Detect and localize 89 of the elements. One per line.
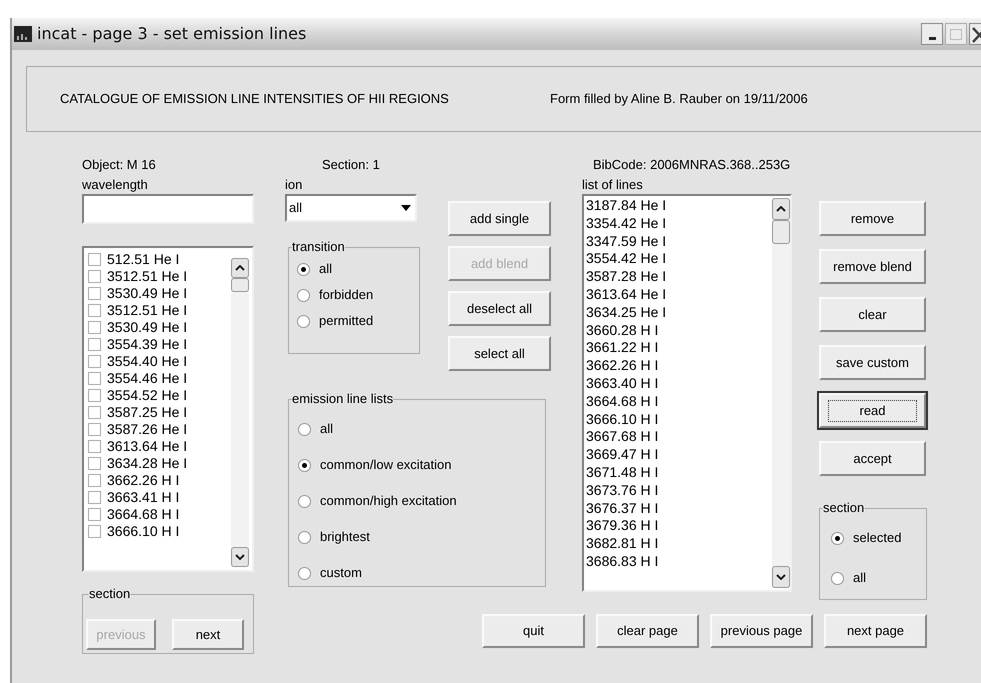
field-label: wavelength bbox=[82, 177, 149, 194]
checklist-item[interactable]: 3512.51 He I bbox=[88, 302, 231, 319]
checklist-item[interactable]: 3530.49 He I bbox=[88, 319, 231, 336]
radio-option[interactable]: common/high excitation bbox=[298, 488, 545, 514]
list-item[interactable]: 3661.22 H I bbox=[586, 339, 772, 358]
button[interactable]: add single bbox=[448, 201, 551, 236]
button[interactable]: next bbox=[172, 619, 244, 650]
list-item[interactable]: 3354.42 He I bbox=[586, 214, 772, 233]
form-info: Form filled by Aline B. Rauber on 19/11/2006 bbox=[550, 90, 808, 108]
radio-option[interactable]: all bbox=[297, 261, 419, 277]
list-item[interactable]: 3587.28 He I bbox=[586, 268, 772, 286]
scroll-down-button[interactable] bbox=[231, 547, 249, 567]
list-label: list of lines bbox=[582, 177, 644, 194]
radio-option[interactable]: all bbox=[298, 416, 545, 442]
radio-option[interactable]: all bbox=[831, 565, 926, 591]
chevron-up-icon bbox=[235, 265, 245, 271]
list-item[interactable]: 3347.59 He I bbox=[586, 232, 772, 250]
section-label: Section: 1 bbox=[321, 156, 381, 174]
radio-option[interactable]: custom bbox=[298, 560, 545, 586]
catalogue-title: CATALOGUE OF EMISSION LINE INTENSITIES OF HII REGIONS bbox=[60, 90, 450, 108]
button[interactable]: quit bbox=[482, 614, 585, 648]
list-item[interactable]: 3663.40 H I bbox=[586, 374, 772, 393]
list-item[interactable]: 3676.37 H I bbox=[586, 500, 772, 518]
checklist-item[interactable]: 3554.52 He I bbox=[88, 387, 231, 404]
button[interactable]: select all bbox=[448, 336, 551, 371]
checklist-item[interactable]: 3613.64 He I bbox=[88, 438, 231, 455]
list-item[interactable]: 3669.47 H I bbox=[586, 446, 772, 464]
list-item[interactable]: 3671.48 H I bbox=[586, 464, 772, 482]
list-item[interactable]: 3686.83 H I bbox=[586, 552, 772, 571]
checklist-item[interactable]: 3663.41 H I bbox=[88, 489, 231, 506]
checklist-item[interactable]: 3554.39 He I bbox=[88, 336, 231, 353]
scroll-up-button[interactable] bbox=[231, 258, 249, 278]
button[interactable]: previous page bbox=[710, 614, 813, 648]
scrollbar[interactable] bbox=[772, 198, 790, 588]
button[interactable]: next page bbox=[824, 614, 927, 648]
close-button[interactable] bbox=[969, 23, 981, 45]
scrollbar[interactable] bbox=[231, 258, 249, 567]
scroll-up-button[interactable] bbox=[772, 198, 790, 220]
button[interactable]: clear bbox=[819, 297, 926, 332]
list-item[interactable]: 3673.76 H I bbox=[586, 482, 772, 500]
chevron-up-icon bbox=[776, 206, 786, 212]
scroll-thumb[interactable] bbox=[231, 278, 249, 292]
list-item[interactable]: 3664.68 H I bbox=[586, 392, 772, 411]
checklist-item[interactable]: 3512.51 He I bbox=[88, 268, 231, 285]
window-title: incat - page 3 - set emission lines bbox=[37, 23, 306, 45]
checklist-item[interactable]: 512.51 He I bbox=[88, 251, 231, 268]
list-item[interactable]: 3634.25 He I bbox=[586, 304, 772, 322]
button[interactable]: read bbox=[819, 393, 926, 428]
button[interactable]: remove bbox=[819, 201, 926, 236]
checklist-item[interactable]: 3666.10 H I bbox=[88, 523, 231, 540]
checklist-item[interactable]: 3530.49 He I bbox=[88, 285, 231, 302]
scroll-down-button[interactable] bbox=[772, 566, 790, 588]
checklist-item[interactable]: 3662.26 H I bbox=[88, 472, 231, 489]
list-item[interactable]: 3187.84 He I bbox=[586, 197, 772, 215]
checklist-item[interactable]: 3664.68 H I bbox=[88, 506, 231, 523]
radio-option[interactable]: permitted bbox=[297, 313, 419, 329]
radio-option[interactable]: selected bbox=[831, 525, 926, 551]
chevron-down-icon bbox=[235, 554, 245, 560]
list-item[interactable]: 3666.10 H I bbox=[586, 410, 772, 428]
chevron-down-icon bbox=[776, 574, 786, 580]
bibcode-label: BibCode: 2006MNRAS.368..253G bbox=[592, 156, 792, 174]
checklist-item[interactable]: 3634.28 He I bbox=[88, 455, 231, 472]
dropdown-arrow-icon bbox=[401, 205, 411, 211]
list-item[interactable]: 3660.28 H I bbox=[586, 322, 772, 340]
checklist-item[interactable]: 3587.25 He I bbox=[88, 404, 231, 421]
list-item[interactable]: 3679.36 H I bbox=[586, 517, 772, 536]
wavelength-field[interactable] bbox=[82, 194, 254, 224]
list-item[interactable]: 3682.81 H I bbox=[586, 535, 772, 553]
app-icon bbox=[14, 26, 32, 42]
scroll-thumb[interactable] bbox=[772, 220, 790, 244]
radio-option[interactable]: common/low excitation bbox=[298, 452, 545, 478]
minimize-button[interactable] bbox=[921, 23, 943, 45]
button[interactable]: accept bbox=[819, 441, 926, 476]
checklist-item[interactable]: 3554.40 He I bbox=[88, 353, 231, 370]
list-item[interactable]: 3613.64 He I bbox=[586, 286, 772, 304]
radio-option[interactable]: forbidden bbox=[297, 287, 419, 303]
button[interactable]: clear page bbox=[596, 614, 699, 648]
ion-dropdown[interactable]: all bbox=[285, 194, 417, 222]
list-item[interactable]: 3662.26 H I bbox=[586, 357, 772, 375]
checklist-item[interactable]: 3554.46 He I bbox=[88, 370, 231, 387]
checklist-item[interactable]: 3587.26 He I bbox=[88, 421, 231, 438]
radio-option[interactable]: brightest bbox=[298, 524, 545, 550]
field-label: ion bbox=[285, 177, 304, 194]
button[interactable]: deselect all bbox=[448, 291, 551, 326]
button[interactable]: remove blend bbox=[819, 249, 926, 284]
object-label: Object: M 16 bbox=[82, 156, 157, 174]
button[interactable]: save custom bbox=[819, 345, 926, 380]
list-item[interactable]: 3554.42 He I bbox=[586, 250, 772, 268]
list-item[interactable]: 3667.68 H I bbox=[586, 428, 772, 446]
